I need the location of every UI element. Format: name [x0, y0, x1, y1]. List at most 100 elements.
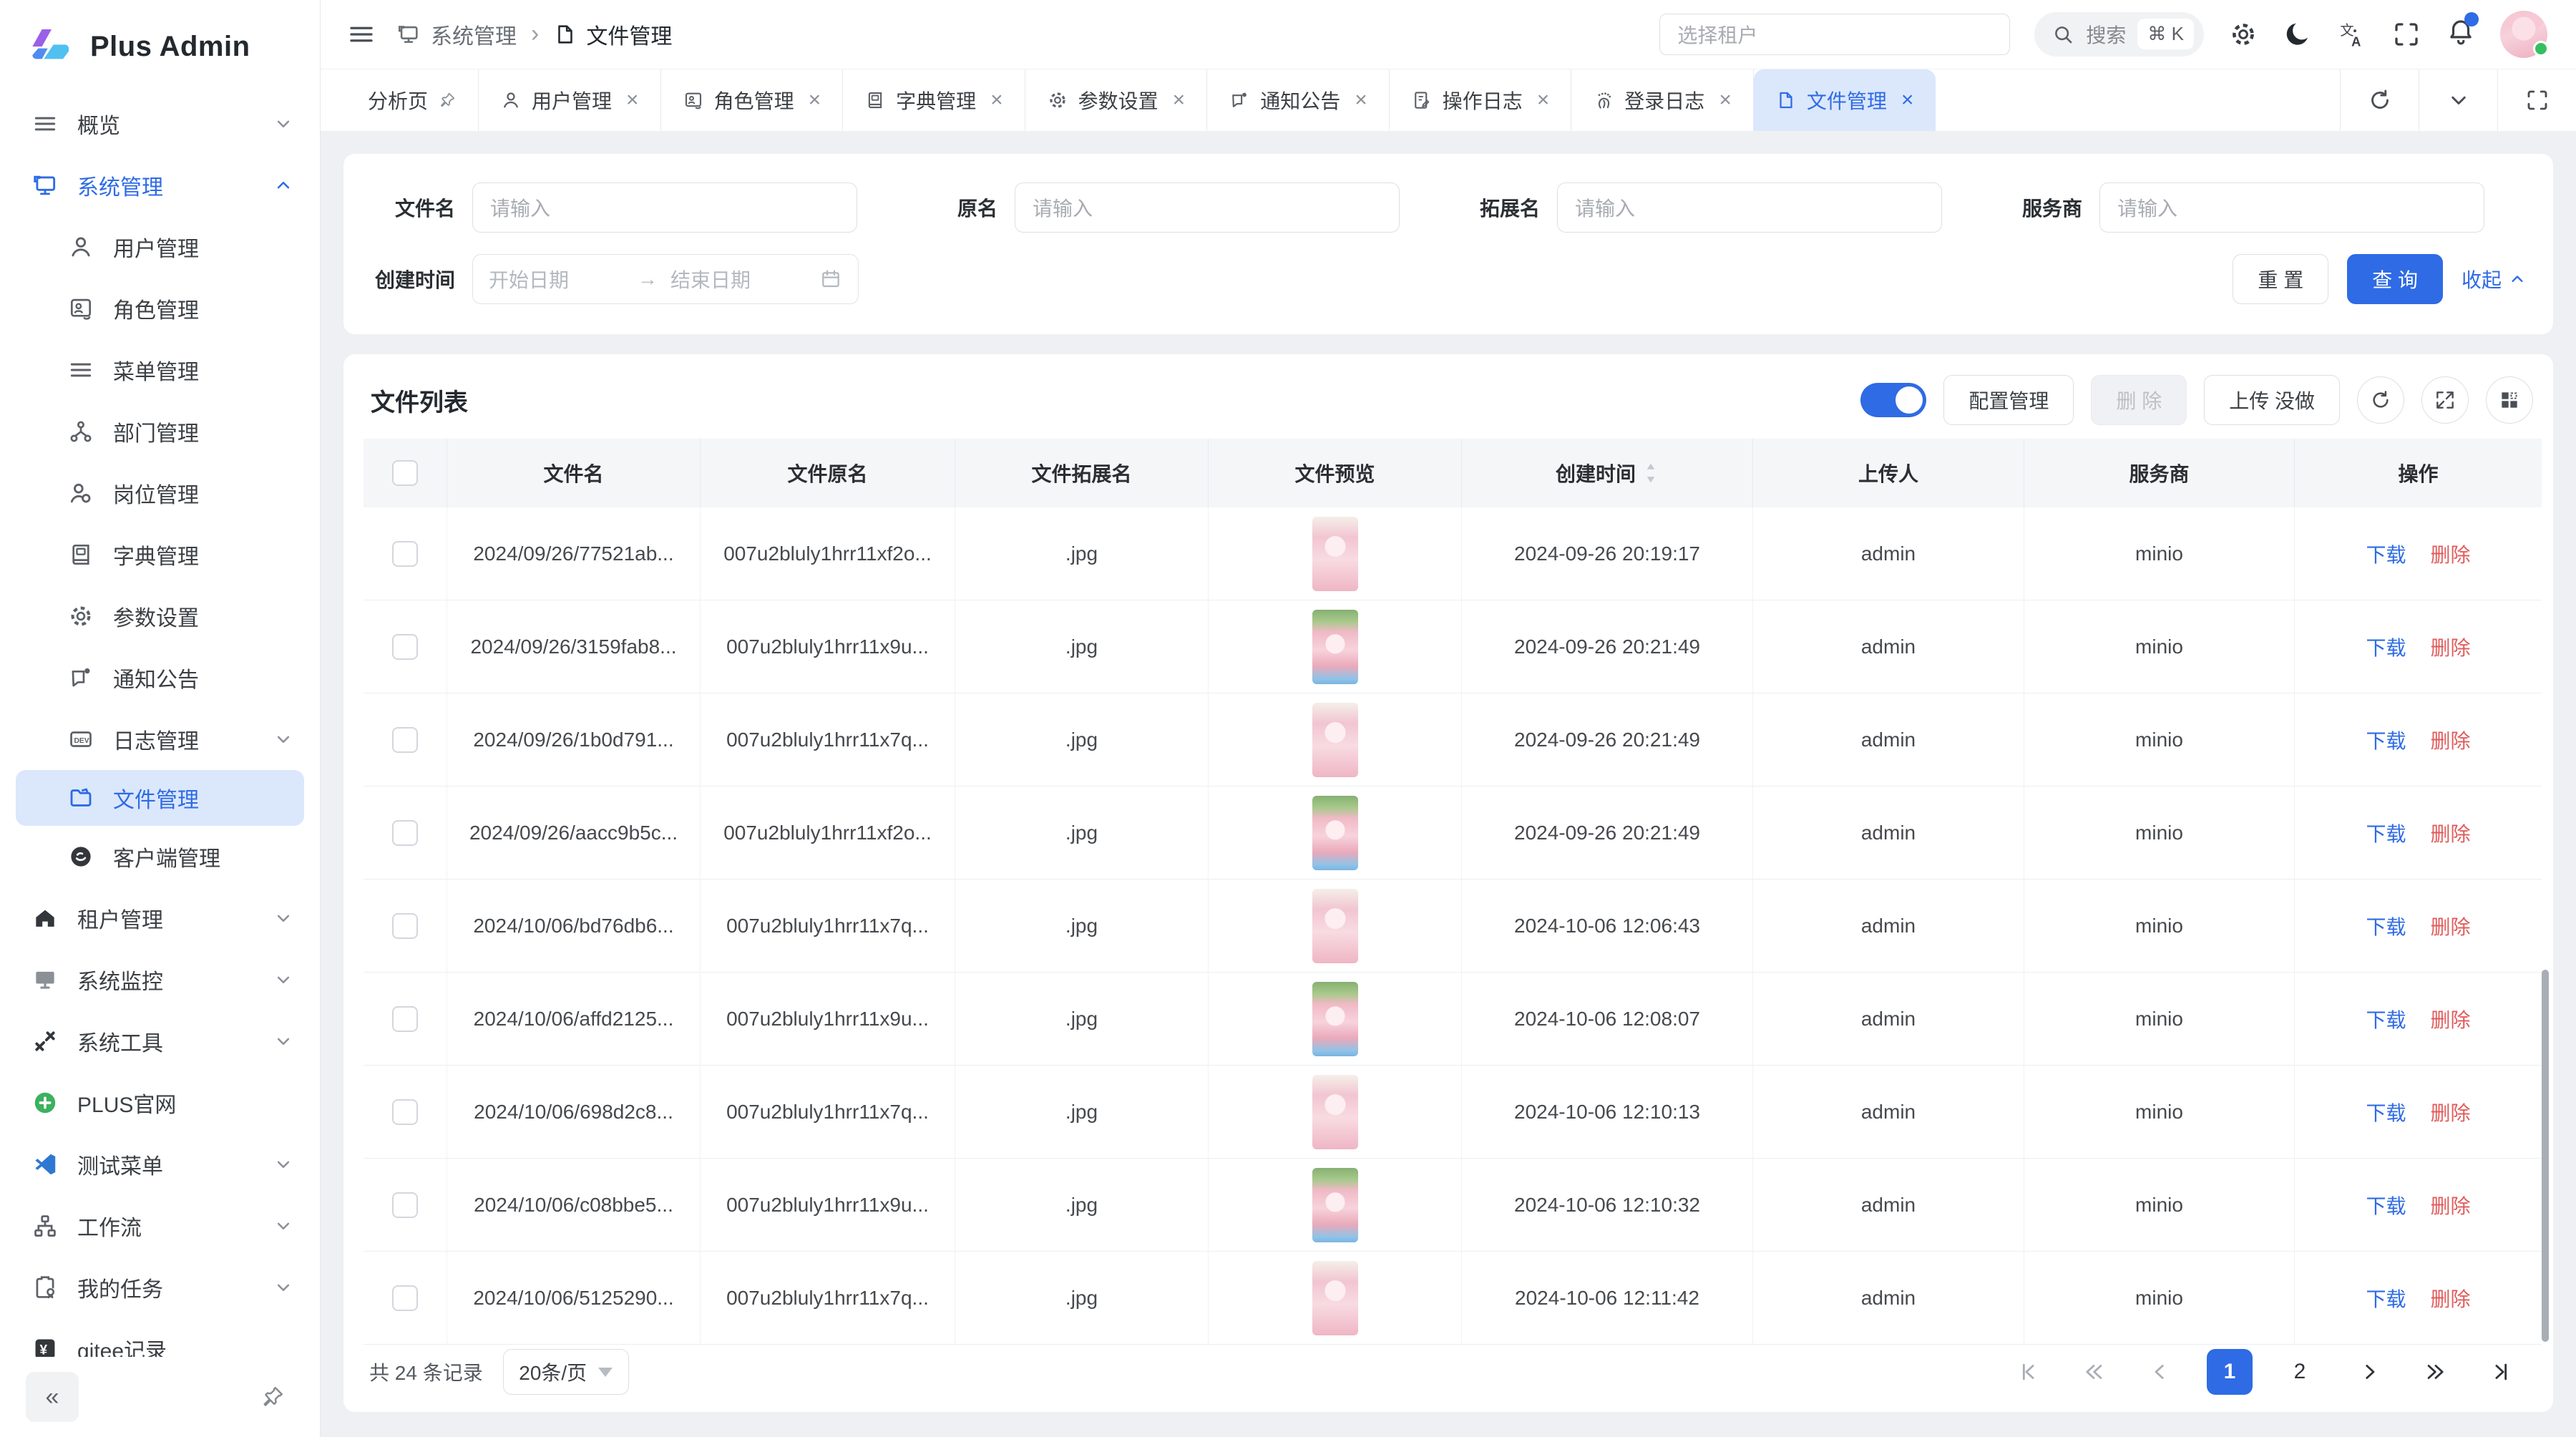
tab[interactable]: 角色管理 × — [661, 69, 844, 132]
page-size-select[interactable]: 20条/页 — [503, 1349, 629, 1395]
select-all-checkbox[interactable] — [392, 460, 418, 486]
sidebar-item[interactable]: 租户管理 — [0, 887, 320, 949]
table-toggle-switch[interactable] — [1860, 383, 1926, 417]
tab-close-icon[interactable]: × — [1173, 88, 1186, 112]
sidebar-item[interactable]: 客户端管理 — [0, 826, 320, 887]
tab-close-icon[interactable]: × — [1719, 88, 1732, 112]
download-link[interactable]: 下载 — [2366, 912, 2406, 940]
delete-link[interactable]: 删除 — [2431, 1191, 2471, 1219]
upload-button[interactable]: 上传 没做 — [2204, 375, 2340, 425]
download-link[interactable]: 下载 — [2366, 1191, 2406, 1219]
tab-close-icon[interactable]: × — [990, 88, 1003, 112]
translate-icon[interactable] — [2337, 19, 2367, 49]
prev-page-button[interactable] — [2141, 1353, 2178, 1390]
delete-link[interactable]: 删除 — [2431, 540, 2471, 568]
tenant-select[interactable]: 选择租户 — [1659, 14, 2010, 55]
reset-button[interactable]: 重 置 — [2233, 254, 2328, 304]
delete-link[interactable]: 删除 — [2431, 912, 2471, 940]
file-preview-thumbnail[interactable] — [1312, 703, 1358, 777]
column-header-sortable[interactable]: 创建时间 — [1462, 439, 1753, 507]
file-preview-thumbnail[interactable] — [1312, 517, 1358, 591]
sidebar-item[interactable]: 岗位管理 — [0, 462, 320, 524]
sidebar-pin-button[interactable] — [251, 1375, 294, 1418]
filter-text-input[interactable]: 请输入 — [472, 182, 857, 233]
pin-icon[interactable] — [438, 91, 457, 109]
sidebar-item[interactable]: 角色管理 — [0, 278, 320, 339]
delete-link[interactable]: 删除 — [2431, 1284, 2471, 1312]
sidebar-item[interactable]: 工作流 — [0, 1195, 320, 1257]
download-link[interactable]: 下载 — [2366, 819, 2406, 847]
table-fullscreen-button[interactable] — [2421, 376, 2469, 424]
breadcrumb-parent[interactable]: 系统管理 — [431, 19, 517, 50]
tab[interactable]: 文件管理 × — [1754, 69, 1936, 132]
download-link[interactable]: 下载 — [2366, 1284, 2406, 1312]
sidebar-item[interactable]: PLUS官网 — [0, 1072, 320, 1134]
last-page-button[interactable] — [2483, 1353, 2520, 1390]
delete-link[interactable]: 删除 — [2431, 1098, 2471, 1126]
row-checkbox[interactable] — [392, 820, 418, 846]
search-button[interactable]: 查 询 — [2347, 254, 2443, 304]
first-page-button[interactable] — [2009, 1353, 2046, 1390]
row-checkbox[interactable] — [392, 727, 418, 753]
date-start-placeholder[interactable]: 开始日期 — [489, 265, 625, 293]
sidebar-item[interactable]: 通知公告 — [0, 647, 320, 708]
tab[interactable]: 登录日志 × — [1571, 69, 1754, 132]
next-5-pages-button[interactable] — [2417, 1353, 2454, 1390]
tabs-fullscreen-button[interactable] — [2497, 69, 2576, 132]
column-header[interactable]: 文件拓展名 — [955, 439, 1209, 507]
notifications-button[interactable] — [2446, 16, 2476, 52]
tab-close-icon[interactable]: × — [1901, 88, 1914, 112]
table-refresh-button[interactable] — [2357, 376, 2404, 424]
sidebar-collapse-button[interactable]: « — [26, 1372, 79, 1422]
download-link[interactable]: 下载 — [2366, 1098, 2406, 1126]
sidebar-item[interactable]: 用户管理 — [0, 216, 320, 278]
file-preview-thumbnail[interactable] — [1312, 796, 1358, 870]
sort-arrows-icon[interactable] — [1643, 462, 1659, 484]
column-header[interactable]: 文件预览 — [1209, 439, 1462, 507]
column-header[interactable]: 文件原名 — [701, 439, 955, 507]
tab[interactable]: 用户管理 × — [479, 69, 661, 132]
date-range-input[interactable]: 开始日期 → 结束日期 — [472, 254, 859, 304]
settings-gear-icon[interactable] — [2228, 19, 2258, 49]
sidebar-item[interactable]: 字典管理 — [0, 524, 320, 585]
filter-text-input[interactable]: 请输入 — [1557, 182, 1942, 233]
sidebar-item[interactable]: 菜单管理 — [0, 339, 320, 401]
tab-close-icon[interactable]: × — [626, 88, 639, 112]
sidebar-item[interactable]: 概览 — [0, 93, 320, 155]
sidebar-item[interactable]: 系统监控 — [0, 949, 320, 1010]
next-page-button[interactable] — [2351, 1353, 2389, 1390]
file-preview-thumbnail[interactable] — [1312, 982, 1358, 1056]
collapse-filters-link[interactable]: 收起 — [2462, 265, 2527, 293]
delete-link[interactable]: 删除 — [2431, 726, 2471, 754]
row-checkbox[interactable] — [392, 1099, 418, 1125]
page-number-button[interactable]: 2 — [2277, 1349, 2323, 1395]
file-preview-thumbnail[interactable] — [1312, 1075, 1358, 1149]
delete-button[interactable]: 删 除 — [2091, 375, 2187, 425]
sidebar-item[interactable]: 测试菜单 — [0, 1134, 320, 1195]
sidebar-item[interactable]: 部门管理 — [0, 401, 320, 462]
sidebar-item[interactable]: 系统管理 — [0, 155, 320, 216]
tab[interactable]: 字典管理 × — [843, 69, 1025, 132]
row-checkbox[interactable] — [392, 541, 418, 567]
tab[interactable]: 操作日志 × — [1390, 69, 1572, 132]
table-columns-button[interactable] — [2486, 376, 2533, 424]
column-header[interactable]: 文件名 — [447, 439, 701, 507]
column-header[interactable]: 操作 — [2295, 439, 2542, 507]
tabs-refresh-button[interactable] — [2340, 69, 2419, 132]
download-link[interactable]: 下载 — [2366, 540, 2406, 568]
file-preview-thumbnail[interactable] — [1312, 610, 1358, 684]
tabs-dropdown-button[interactable] — [2419, 69, 2497, 132]
tab-close-icon[interactable]: × — [1355, 88, 1367, 112]
download-link[interactable]: 下载 — [2366, 1005, 2406, 1033]
sidebar-item[interactable]: 日志管理 — [0, 708, 320, 770]
tab[interactable]: 通知公告 × — [1207, 69, 1390, 132]
dark-mode-moon-icon[interactable] — [2283, 19, 2313, 49]
delete-link[interactable]: 删除 — [2431, 1005, 2471, 1033]
fullscreen-icon[interactable] — [2391, 19, 2421, 49]
row-checkbox[interactable] — [392, 1006, 418, 1032]
page-number-button[interactable]: 1 — [2207, 1349, 2253, 1395]
download-link[interactable]: 下载 — [2366, 726, 2406, 754]
file-preview-thumbnail[interactable] — [1312, 1261, 1358, 1335]
file-preview-thumbnail[interactable] — [1312, 889, 1358, 963]
config-manage-button[interactable]: 配置管理 — [1943, 375, 2074, 425]
